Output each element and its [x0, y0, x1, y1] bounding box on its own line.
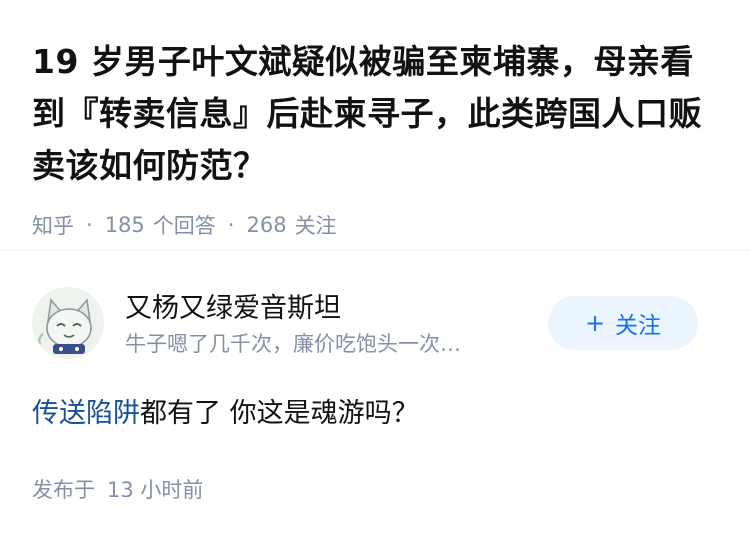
- publish-time: 发布于 13 小时前: [32, 474, 203, 504]
- cartoon-avatar-icon: [33, 288, 103, 358]
- follower-count-label: 关注: [294, 214, 337, 238]
- publish-label: 发布于: [32, 478, 95, 502]
- source-label[interactable]: 知乎: [32, 210, 74, 240]
- answer-content: 传送陷阱都有了 你这是魂游吗？: [32, 396, 419, 432]
- follower-count: 268: [246, 213, 287, 237]
- answer-count-label: 个回答: [152, 214, 216, 238]
- separator-dot: ·: [227, 213, 235, 237]
- author-card: 又杨又绿爱音斯坦 牛子嗯了几千次，廉价吃饱头一次… + 关注: [32, 282, 722, 362]
- section-divider: [0, 250, 750, 251]
- follow-button[interactable]: + 关注: [548, 296, 698, 350]
- publish-time-value[interactable]: 13 小时前: [107, 478, 203, 502]
- avatar[interactable]: [32, 287, 104, 359]
- question-title[interactable]: 19 岁男子叶文斌疑似被骗至柬埔寨，母亲看到『转卖信息』后赴柬寻子，此类跨国人口…: [32, 36, 722, 192]
- question-header: 19 岁男子叶文斌疑似被骗至柬埔寨，母亲看到『转卖信息』后赴柬寻子，此类跨国人口…: [32, 36, 722, 240]
- answer-count: 185: [104, 213, 145, 237]
- follow-button-label: 关注: [615, 313, 662, 339]
- author-name[interactable]: 又杨又绿爱音斯坦: [125, 286, 341, 325]
- answer-text: 都有了 你这是魂游吗？: [140, 398, 419, 429]
- answer-link[interactable]: 传送陷阱: [32, 398, 140, 429]
- question-meta: 知乎 · 185 个回答 · 268 关注: [32, 210, 722, 240]
- author-bio: 牛子嗯了几千次，廉价吃饱头一次…: [125, 332, 461, 356]
- plus-icon: +: [584, 309, 606, 337]
- separator-dot: ·: [86, 213, 93, 237]
